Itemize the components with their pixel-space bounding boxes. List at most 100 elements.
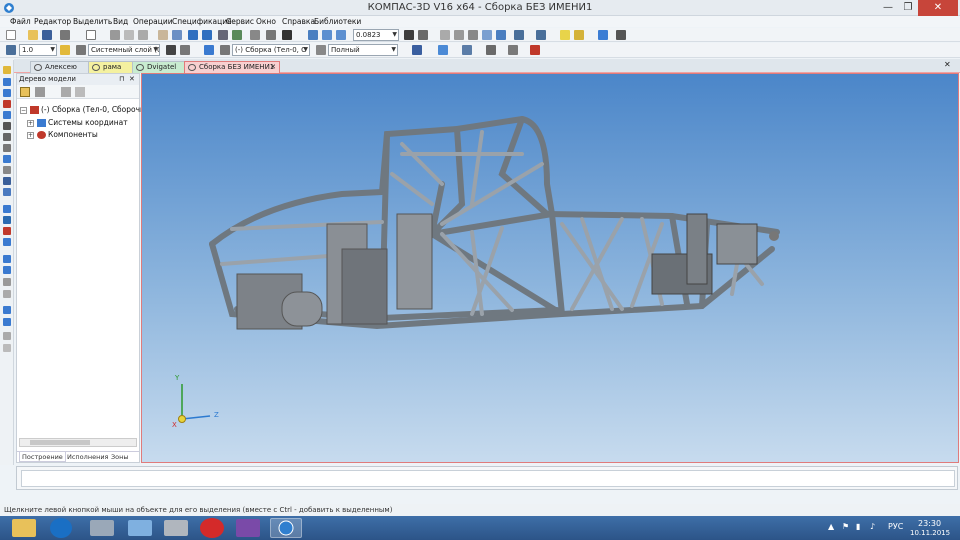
tree-filter-icon[interactable] <box>61 87 71 97</box>
zoom-window-icon[interactable] <box>322 30 332 40</box>
text-style-icon[interactable] <box>530 45 540 55</box>
kompas-taskbar-icon[interactable] <box>270 518 302 538</box>
library-tool-icon[interactable] <box>3 318 11 326</box>
new-file-icon[interactable] <box>6 30 16 40</box>
orient-icon[interactable] <box>60 45 70 55</box>
3d-model-viewport[interactable]: Y Z X <box>141 73 959 463</box>
zoom-icon[interactable] <box>308 30 318 40</box>
opera-icon[interactable] <box>200 518 224 538</box>
appearance-icon[interactable] <box>412 45 422 55</box>
geometry-icon[interactable] <box>3 144 11 152</box>
visual-studio-icon[interactable] <box>236 519 260 537</box>
cut-icon[interactable] <box>110 30 120 40</box>
surface-icon[interactable] <box>3 205 11 213</box>
undo-icon[interactable] <box>188 30 198 40</box>
rotate-icon[interactable] <box>404 30 414 40</box>
help-pointer-icon[interactable] <box>282 30 292 40</box>
tab-versions[interactable]: Исполнения <box>65 452 110 462</box>
tray-volume-icon[interactable]: ♪ <box>870 522 875 531</box>
array-icon[interactable] <box>3 216 11 224</box>
maximize-button[interactable]: ❐ <box>898 0 918 16</box>
scrollbar-thumb[interactable] <box>30 440 90 445</box>
view-shaded-edges-icon[interactable] <box>482 30 492 40</box>
view-hidden-icon[interactable] <box>454 30 464 40</box>
preview-icon[interactable] <box>86 30 96 40</box>
menu-file[interactable]: Файл <box>10 16 31 27</box>
filter-icon[interactable] <box>514 30 524 40</box>
tree-structure-icon[interactable] <box>20 87 30 97</box>
edit-assembly-icon[interactable] <box>3 66 11 74</box>
buggy-frame-model[interactable] <box>142 74 958 462</box>
expand-icon[interactable]: + <box>27 131 34 139</box>
expand-icon[interactable]: + <box>27 119 34 127</box>
layer-icon[interactable] <box>76 45 86 55</box>
menu-operations[interactable]: Операции <box>133 16 173 27</box>
add-component-icon[interactable] <box>3 78 11 86</box>
constraints-icon[interactable] <box>508 45 518 55</box>
spec-icon[interactable] <box>3 177 11 185</box>
object-combo[interactable]: (-) Сборка (Тел-0, С ▼ <box>232 44 310 56</box>
relations-icon[interactable] <box>486 45 496 55</box>
material-icon[interactable] <box>560 30 570 40</box>
redo-icon[interactable] <box>202 30 212 40</box>
collapse-icon[interactable]: − <box>20 106 27 114</box>
hp-icon[interactable] <box>50 518 72 538</box>
sheet-metal-icon[interactable] <box>3 238 11 246</box>
tab-dvigatel[interactable]: Dvigatel <box>132 61 188 73</box>
file-explorer-icon[interactable] <box>12 519 36 537</box>
object-icon[interactable] <box>220 45 230 55</box>
sketch-icon[interactable] <box>3 133 11 141</box>
computer-icon[interactable] <box>90 520 114 536</box>
color-fill-icon[interactable] <box>438 45 448 55</box>
weld-icon[interactable] <box>3 255 11 263</box>
view-shaded-icon[interactable] <box>468 30 478 40</box>
layout-icon[interactable] <box>3 278 11 286</box>
library-icon[interactable] <box>172 30 182 40</box>
control-panel-icon[interactable] <box>128 520 152 536</box>
view-wire-icon[interactable] <box>440 30 450 40</box>
tree-item-components[interactable]: + Компоненты <box>27 130 98 139</box>
close-document-icon[interactable]: ✕ <box>944 60 951 69</box>
menu-select[interactable]: Выделить <box>73 16 112 27</box>
add-standard-icon[interactable] <box>3 89 11 97</box>
move-component-icon[interactable] <box>3 111 11 119</box>
menu-view[interactable]: Вид <box>113 16 128 27</box>
show-icon[interactable] <box>180 45 190 55</box>
zoom-scale-combo[interactable]: 0.0823 ▼ <box>353 29 399 41</box>
tree-item-coordinate-systems[interactable]: + Системы координат <box>27 118 128 127</box>
properties-edit-icon[interactable] <box>462 45 472 55</box>
menu-edit[interactable]: Редактор <box>34 16 71 27</box>
tray-arrow-icon[interactable]: ▲ <box>828 522 834 531</box>
diagnostics-icon[interactable] <box>3 227 11 235</box>
tab-assembly-active[interactable]: Сборка БЕЗ ИМЕНИ1 ✕ <box>184 61 280 73</box>
menu-window[interactable]: Окно <box>256 16 276 27</box>
measure-icon[interactable] <box>616 30 626 40</box>
pin-icon[interactable]: ⊓ <box>119 74 124 84</box>
copy-icon[interactable] <box>124 30 134 40</box>
minimize-button[interactable]: — <box>878 0 898 16</box>
mate-icon[interactable] <box>3 100 11 108</box>
properties-icon[interactable] <box>158 30 168 40</box>
menu-help[interactable]: Справка <box>282 16 315 27</box>
tab-build[interactable]: Построение <box>19 452 66 462</box>
elements-icon[interactable] <box>3 306 11 314</box>
color-icon[interactable] <box>574 30 584 40</box>
close-tab-icon[interactable]: ✕ <box>270 62 276 73</box>
tray-network-icon[interactable]: ▮ <box>856 522 860 531</box>
open-folder-icon[interactable] <box>28 30 38 40</box>
paste-icon[interactable] <box>138 30 148 40</box>
tab-zones[interactable]: Зоны <box>109 452 131 462</box>
section-icon[interactable] <box>3 290 11 298</box>
snap-icon[interactable] <box>536 30 546 40</box>
measure-tool-icon[interactable] <box>3 188 11 196</box>
print-icon[interactable] <box>60 30 70 40</box>
orientation-icon[interactable] <box>418 30 428 40</box>
piping-icon[interactable] <box>3 266 11 274</box>
menu-specification[interactable]: Спецификация <box>172 16 232 27</box>
highlight-icon[interactable] <box>598 30 608 40</box>
menu-libraries[interactable]: Библиотеки <box>314 16 361 27</box>
properties-field[interactable] <box>21 470 955 487</box>
layers-icon[interactable] <box>266 30 276 40</box>
fx-icon[interactable] <box>232 30 242 40</box>
media-icon[interactable] <box>164 520 188 536</box>
